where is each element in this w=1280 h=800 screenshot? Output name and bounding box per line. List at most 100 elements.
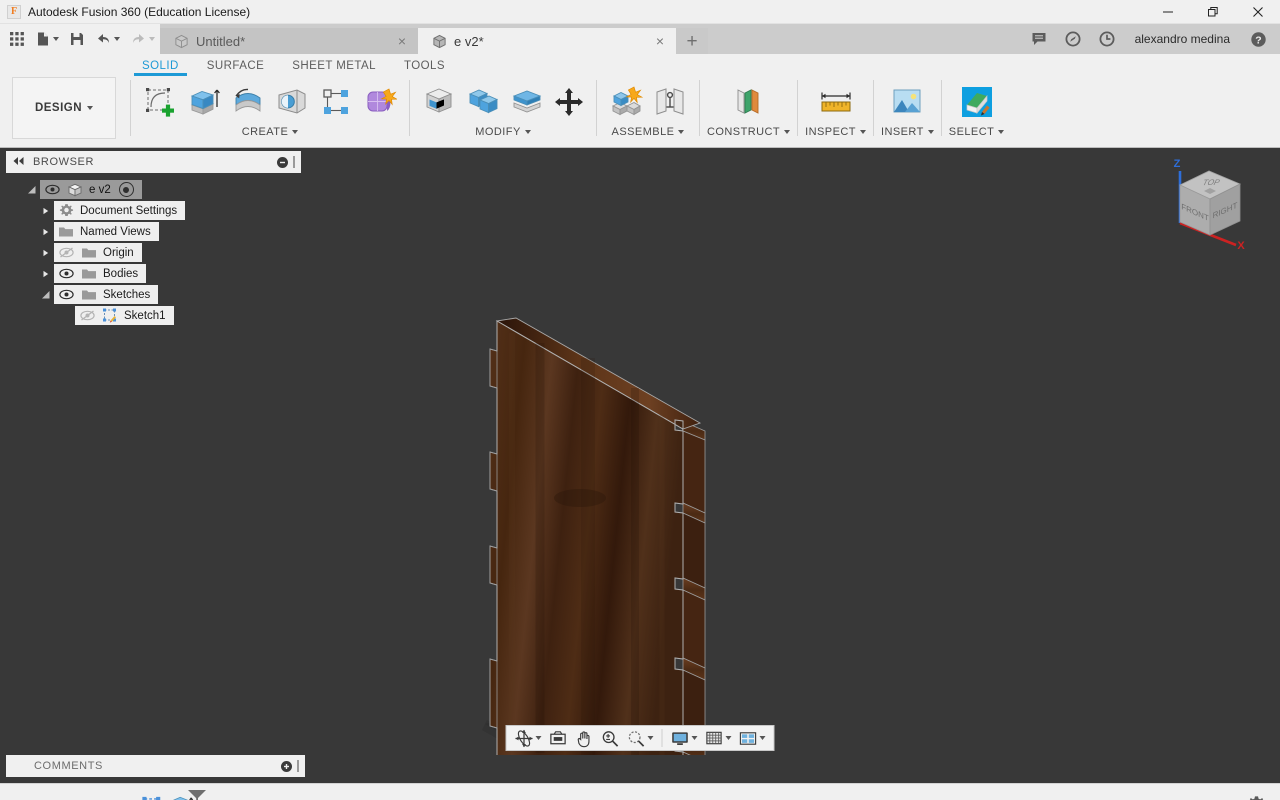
ribbon-tab-tools[interactable]: TOOLS	[390, 60, 459, 74]
offset-plane-button[interactable]	[727, 78, 771, 126]
split-body-button[interactable]	[549, 78, 589, 126]
viewport-layout-icon	[739, 731, 757, 745]
browser-resize-grip[interactable]	[293, 156, 295, 168]
component-cube-icon	[66, 182, 84, 197]
jump-to-end-button[interactable]	[100, 791, 125, 800]
ribbon-group-label-inspect[interactable]: INSPECT	[805, 126, 866, 138]
help-button[interactable]: ?	[1242, 25, 1274, 53]
visibility-toggle-eye-icon[interactable]	[57, 288, 75, 302]
insert-canvas-button[interactable]	[885, 78, 929, 126]
timeline-sketch-feature[interactable]	[137, 791, 167, 800]
ribbon-separator	[130, 80, 131, 136]
grid-snaps-button[interactable]	[702, 726, 735, 750]
minus-circle-icon[interactable]	[277, 156, 288, 168]
ribbon-group-label-modify[interactable]: MODIFY	[475, 126, 531, 138]
extrude-button[interactable]	[182, 78, 226, 126]
step-back-button[interactable]	[25, 791, 50, 800]
joint-button[interactable]	[648, 78, 692, 126]
tree-item-e-v2[interactable]: e v2	[0, 179, 305, 200]
ribbon-tab-solid[interactable]: SOLID	[128, 60, 193, 76]
shell-button[interactable]	[505, 78, 549, 126]
step-forward-button[interactable]	[75, 791, 100, 800]
ribbon-tab-surface[interactable]: SURFACE	[193, 60, 278, 74]
select-button[interactable]	[955, 78, 999, 126]
new-component-button[interactable]	[604, 78, 648, 126]
workspace-switcher-button[interactable]: DESIGN	[12, 77, 116, 139]
minimize-button[interactable]	[1145, 0, 1190, 24]
expander-collapsed-icon[interactable]	[38, 266, 54, 282]
play-button[interactable]	[50, 791, 75, 800]
jump-to-beginning-button[interactable]	[0, 791, 25, 800]
visibility-toggle-eye-hidden-icon[interactable]	[78, 309, 96, 323]
history-button[interactable]	[1091, 25, 1123, 53]
zoom-button[interactable]	[598, 726, 623, 750]
measure-button[interactable]	[814, 78, 858, 126]
close-button[interactable]	[1235, 0, 1280, 24]
document-tab-e-v2[interactable]: e v2* ×	[418, 28, 676, 54]
close-tab-button[interactable]: ×	[654, 34, 666, 48]
look-at-button[interactable]	[546, 726, 571, 750]
display-settings-button[interactable]	[668, 726, 701, 750]
fillet-button[interactable]	[461, 78, 505, 126]
pan-button[interactable]	[572, 726, 597, 750]
account-username[interactable]: alexandro medina	[1125, 32, 1240, 46]
undo-button[interactable]	[90, 26, 125, 52]
comments-resize-grip[interactable]	[297, 760, 299, 772]
folder-icon	[80, 287, 98, 302]
dashboard-button[interactable]	[1057, 25, 1089, 53]
restore-button[interactable]	[1190, 0, 1235, 24]
pattern-button[interactable]	[314, 78, 358, 126]
tree-item-origin[interactable]: Origin	[0, 242, 305, 263]
timeline-settings-button[interactable]	[1247, 795, 1266, 800]
select-icon	[961, 87, 992, 117]
tree-item-named-views[interactable]: Named Views	[0, 221, 305, 242]
expander-collapsed-icon[interactable]	[38, 203, 54, 219]
timeline-end-marker[interactable]	[186, 788, 208, 800]
ribbon-group-label-insert[interactable]: INSERT	[881, 126, 934, 138]
visibility-toggle-eye-icon[interactable]	[43, 183, 61, 197]
revolve-button[interactable]	[226, 78, 270, 126]
plus-circle-icon[interactable]	[281, 760, 292, 772]
orbit-button[interactable]	[512, 726, 545, 750]
ribbon-group-label-construct[interactable]: CONSTRUCT	[707, 126, 791, 138]
create-sketch-button[interactable]	[138, 78, 182, 126]
tree-item-sketch1[interactable]: Sketch1	[0, 305, 305, 326]
svg-text:?: ?	[1255, 34, 1261, 46]
expander-collapsed-icon[interactable]	[38, 224, 54, 240]
document-tab-untitled[interactable]: Untitled* ×	[160, 28, 418, 54]
tree-item-document-settings[interactable]: Document Settings	[0, 200, 305, 221]
comments-panel-button[interactable]	[1023, 25, 1055, 53]
title-bar: F Autodesk Fusion 360 (Education License…	[0, 0, 1280, 24]
window-controls	[1145, 0, 1280, 24]
save-button[interactable]	[64, 26, 90, 52]
activate-component-radio[interactable]	[118, 182, 134, 197]
close-tab-button[interactable]: ×	[396, 34, 408, 48]
ribbon-group-label-assemble[interactable]: ASSEMBLE	[612, 126, 685, 138]
quick-access-toolbar	[0, 24, 160, 54]
ribbon-group-label-select[interactable]: SELECT	[949, 126, 1005, 138]
fit-button[interactable]	[624, 726, 657, 750]
collapse-browser-button[interactable]	[12, 155, 25, 169]
file-menu-button[interactable]	[30, 26, 64, 52]
visibility-toggle-eye-icon[interactable]	[57, 267, 75, 281]
viewport-layout-button[interactable]	[736, 726, 769, 750]
expander-expanded-icon[interactable]	[38, 287, 54, 303]
view-cube[interactable]: Z X TOP FRONT RIGHT	[1160, 153, 1260, 253]
tree-item-sketches[interactable]: Sketches	[0, 284, 305, 305]
tree-item-bodies[interactable]: Bodies	[0, 263, 305, 284]
sweep-button[interactable]	[270, 78, 314, 126]
expander-expanded-icon[interactable]	[24, 182, 40, 198]
viewport-area[interactable]: BROWSER e v2 Document Settings Named Vie…	[0, 148, 1280, 755]
redo-button[interactable]	[125, 26, 160, 52]
ribbon-tab-sheet-metal[interactable]: SHEET METAL	[278, 60, 390, 74]
press-pull-button[interactable]	[417, 78, 461, 126]
app-logo-letter: F	[10, 6, 18, 17]
visibility-toggle-eye-hidden-icon[interactable]	[57, 246, 75, 260]
ribbon-group-label-create[interactable]: CREATE	[242, 126, 299, 138]
comments-bar[interactable]: COMMENTS	[6, 755, 305, 777]
create-mesh-button[interactable]	[358, 78, 402, 126]
new-tab-button[interactable]: +	[676, 28, 708, 54]
show-data-panel-button[interactable]	[4, 26, 30, 52]
expander-collapsed-icon[interactable]	[38, 245, 54, 261]
document-tab-label: Untitled*	[196, 33, 246, 49]
